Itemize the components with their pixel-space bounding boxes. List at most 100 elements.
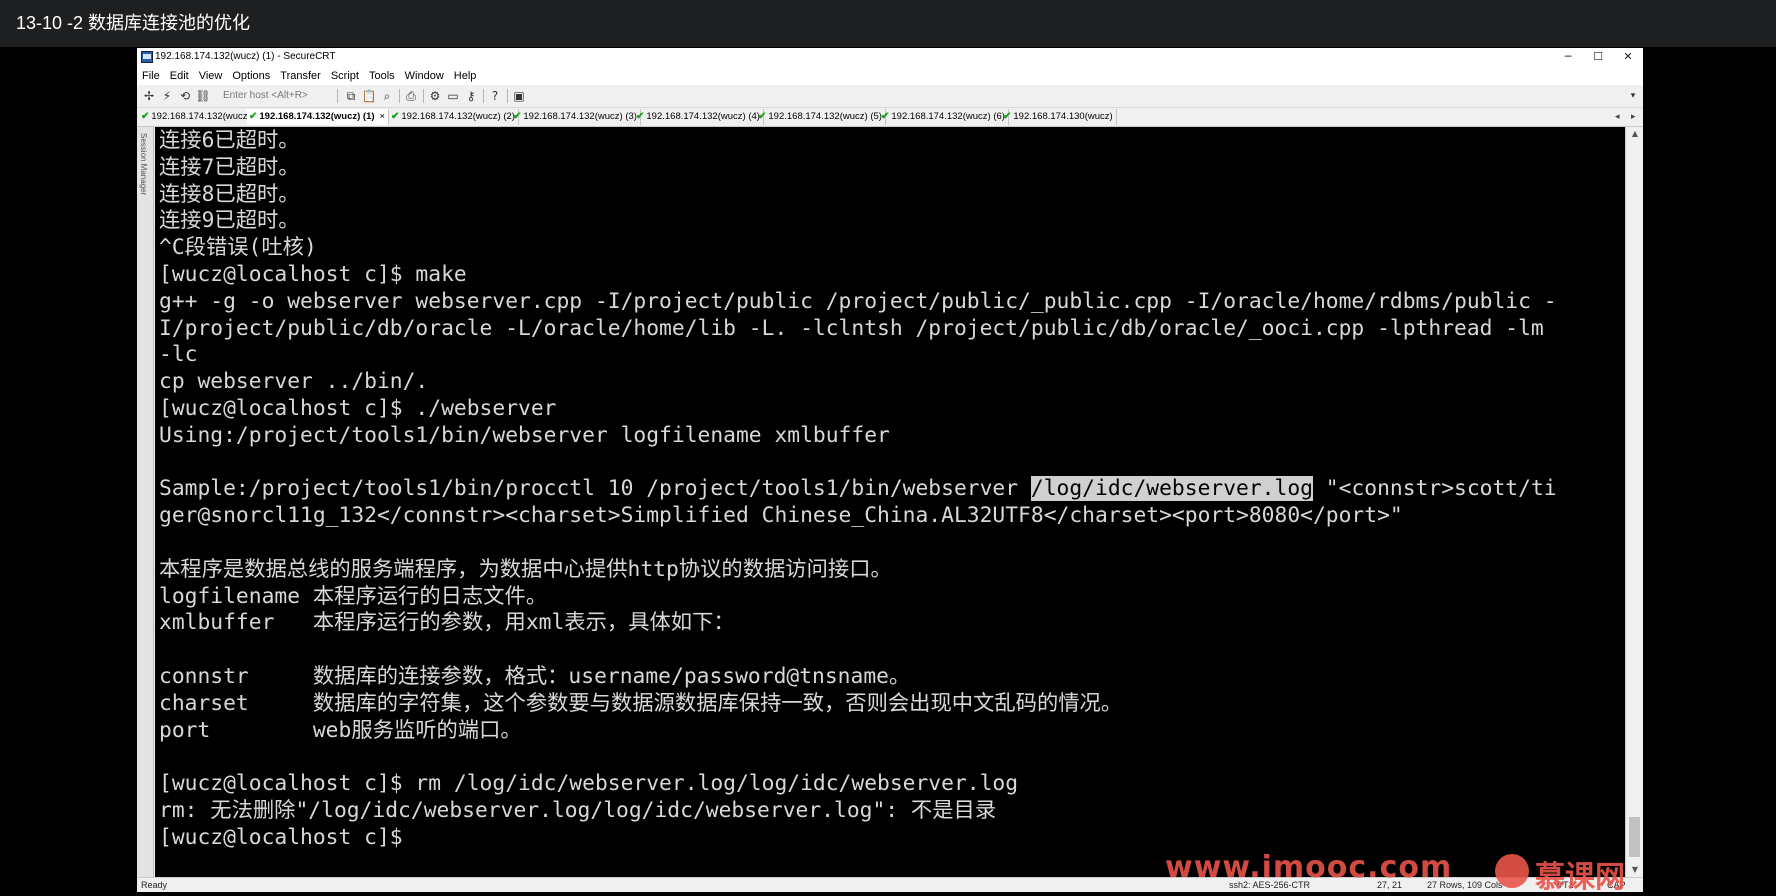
menu-view[interactable]: View [194,67,228,86]
terminal-line: Using:/project/tools1/bin/webserver logf… [159,422,890,448]
status-ready: Ready [141,880,168,890]
quick-connect-icon[interactable]: ⚡ [159,88,175,104]
tab-label: 192.168.174.132(wucz) (2) [401,111,515,122]
menu-tools[interactable]: Tools [364,67,400,86]
menu-file[interactable]: File [137,67,165,86]
tab-label: 192.168.174.132(wucz) (6) [891,111,1005,122]
terminal-line: -lc [159,342,198,368]
connected-check-icon: ✔ [513,111,522,122]
tab-close-icon[interactable]: × [380,111,386,122]
tab-session-0[interactable]: ✔ 192.168.174.132(wucz) [139,109,255,125]
selected-log-path[interactable]: /log/idc/webserver.log [1030,476,1313,502]
watermark-brand: 慕课网 [1535,860,1625,895]
connect-icon[interactable]: ✢ [141,88,157,104]
toolbar-overflow-icon[interactable]: ▾ [1625,88,1641,104]
terminal-line: 连接9已超时。 [159,208,300,234]
copy-icon[interactable]: ⧉ [343,88,359,104]
menu-window[interactable]: Window [400,67,449,86]
tab-label: 192.168.174.132(wucz) (1) [259,111,375,122]
terminal-line: 连接7已超时。 [159,154,300,180]
tab-label: 192.168.174.132(wucz) (4) [646,111,760,122]
connected-check-icon: ✔ [141,111,150,122]
minimize-button[interactable]: ─ [1553,48,1583,66]
terminal-line: [wucz@localhost c]$ ./webserver [159,395,557,421]
scroll-down-icon[interactable]: ▼ [1626,863,1643,877]
session-manager-label: Session Manager [139,133,148,196]
settings-gear-icon[interactable]: ⚙ [427,88,443,104]
connected-check-icon: ✔ [758,111,767,122]
securecrt-window: 192.168.174.132(wucz) (1) - SecureCRT ─ … [137,48,1643,892]
connected-check-icon: ✔ [1003,111,1012,122]
terminal-line: port web服务监听的端口。 [159,717,522,743]
menu-bar: File Edit View Options Transfer Script Tools Wi… [137,66,1643,85]
paste-icon[interactable]: 📋 [361,88,377,104]
watermark-url: www.imooc.com [1165,850,1453,885]
menu-edit[interactable]: Edit [165,67,194,86]
toolbar-separator [399,89,400,103]
sample-prefix: Sample:/project/tools1/bin/procctl 10 /p… [159,476,1031,502]
host-input[interactable]: Enter host <Alt+R> [223,88,337,103]
disconnect-icon[interactable]: ⛓ [195,88,211,104]
terminal-line: charset 数据库的字符集，这个参数要与数据源数据库保持一致，否则会出现中文… [159,690,1123,716]
connected-check-icon: ✔ [881,111,890,122]
tab-label: 192.168.174.132(wucz) [151,111,251,122]
session-tab-bar: ✔ 192.168.174.132(wucz) ✔ 192.168.174.132(… [137,108,1643,127]
help-icon[interactable]: ? [487,88,503,104]
menu-options[interactable]: Options [227,67,275,86]
toolbar-separator [337,89,338,103]
tab-session-2[interactable]: ✔ 192.168.174.132(wucz) (2) [389,109,519,125]
terminal-line: [wucz@localhost c]$ make [159,261,467,287]
menu-transfer[interactable]: Transfer [275,67,326,86]
window-title: 192.168.174.132(wucz) (1) - SecureCRT [155,51,336,62]
toolbar-separator [483,89,484,103]
terminal-line: rm: 无法删除"/log/idc/webserver.log/log/idc/… [159,797,997,823]
terminal-line: connstr 数据库的连接参数，格式：username/password@tn… [159,663,911,689]
terminal-line: ger@snorcl11g_132</connstr><charset>Simp… [159,503,1403,529]
tab-label: 192.168.174.130(wucz) [1013,111,1113,122]
session-manager-panel[interactable]: Session Manager [137,127,154,877]
terminal-line: 本程序是数据总线的服务端程序，为数据中心提供http协议的数据访问接口。 [159,556,892,582]
find-icon[interactable]: ⌕ [379,88,395,104]
toolbar: ✢ ⚡ ⟲ ⛓ Enter host <Alt+R> ⧉ 📋 ⌕ ⎙ ⚙ ▭ ⚷… [137,85,1643,108]
terminal-output[interactable]: 连接6已超时。 连接7已超时。 连接8已超时。 连接9已超时。 ^C段错误(吐核… [155,127,1625,877]
tab-session-1[interactable]: ✔ 192.168.174.132(wucz) (1) × [247,109,390,125]
maximize-button[interactable]: ☐ [1583,48,1613,66]
menu-help[interactable]: Help [449,67,482,86]
print-icon[interactable]: ⎙ [403,88,419,104]
tab-scroll-left-icon[interactable]: ◂ [1615,108,1620,126]
menu-script[interactable]: Script [326,67,364,86]
toolbar-separator [507,89,508,103]
close-button[interactable]: ✕ [1613,48,1643,66]
terminal-line: 连接8已超时。 [159,181,300,207]
scroll-up-icon[interactable]: ▲ [1626,127,1643,141]
screen-icon[interactable]: ▣ [511,88,527,104]
tab-session-4[interactable]: ✔ 192.168.174.132(wucz) (4) [634,109,764,125]
tab-scroll-right-icon[interactable]: ▸ [1631,108,1636,126]
sftp-key-icon[interactable]: ⚷ [463,88,479,104]
toolbar-separator [423,89,424,103]
tab-label: 192.168.174.132(wucz) (3) [523,111,637,122]
tab-session-6[interactable]: ✔ 192.168.174.132(wucz) (6) [879,109,1009,125]
reconnect-icon[interactable]: ⟲ [177,88,193,104]
tab-session-5[interactable]: ✔ 192.168.174.132(wucz) (5) [756,109,886,125]
connected-check-icon: ✔ [249,111,258,122]
watermark-logo-icon [1495,854,1529,888]
terminal-line: I/project/public/db/oracle -L/oracle/hom… [159,315,1544,341]
terminal-line: xmlbuffer 本程序运行的参数，用xml表示，具体如下： [159,610,735,636]
tab-session-7[interactable]: ✔ 192.168.174.130(wucz) [1001,109,1117,125]
connected-check-icon: ✔ [391,111,400,122]
video-title: 13-10 -2 数据库连接池的优化 [0,0,1776,47]
terminal-line: g++ -g -o webserver webserver.cpp -I/pro… [159,288,1557,314]
terminal-line: logfilename 本程序运行的日志文件。 [159,583,548,609]
terminal-line-sample: Sample:/project/tools1/bin/procctl 10 /p… [159,476,1625,503]
terminal-line: 连接6已超时。 [159,128,300,153]
keymap-icon[interactable]: ▭ [445,88,461,104]
tab-session-3[interactable]: ✔ 192.168.174.132(wucz) (3) [511,109,641,125]
terminal-scrollbar[interactable]: ▲ ▼ [1625,127,1643,877]
scrollbar-thumb[interactable] [1629,817,1640,857]
window-titlebar: 192.168.174.132(wucz) (1) - SecureCRT ─ … [137,48,1643,66]
